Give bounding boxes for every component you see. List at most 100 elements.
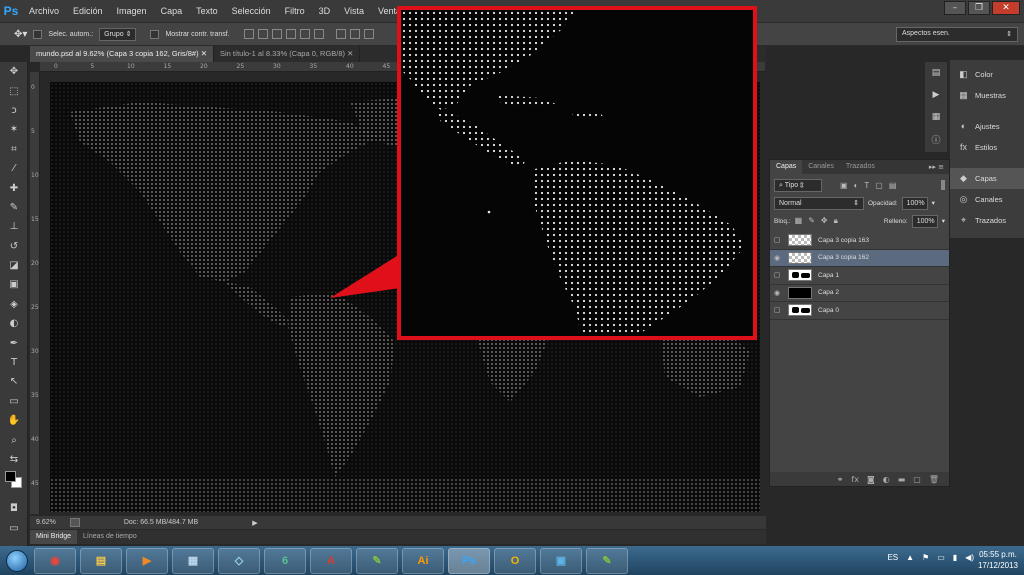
- lasso-tool-icon[interactable]: ↄ: [0, 101, 28, 120]
- dock-swatches[interactable]: ▦ Muestras: [950, 85, 1024, 106]
- marquee-tool-icon[interactable]: ⬚: [0, 81, 28, 100]
- align-middle-icon[interactable]: [257, 29, 268, 39]
- maximize-button[interactable]: ❐: [968, 1, 990, 15]
- taskbar-app6-button[interactable]: 6: [264, 547, 306, 574]
- healing-brush-tool-icon[interactable]: ✚: [0, 178, 28, 197]
- tab-capas[interactable]: Capas: [770, 160, 803, 174]
- status-menu-icon[interactable]: [69, 518, 80, 527]
- lock-move-icon[interactable]: ✥: [821, 216, 828, 226]
- filter-toggle[interactable]: [941, 180, 945, 190]
- stamp-tool-icon[interactable]: ⊥: [0, 217, 28, 236]
- display-icon[interactable]: ▭: [937, 553, 945, 562]
- info-icon[interactable]: ⓘ: [925, 128, 947, 150]
- taskbar-explorer-button[interactable]: ▤: [80, 547, 122, 574]
- layer-row[interactable]: ▢ Capa 1: [770, 267, 949, 285]
- adjustment-layer-icon[interactable]: ◐: [883, 475, 890, 484]
- new-group-icon[interactable]: ▬: [898, 475, 906, 484]
- tray-arrow-icon[interactable]: ▲: [906, 553, 914, 562]
- layer-row[interactable]: ◉ Capa 2: [770, 285, 949, 302]
- filter-smart-icon[interactable]: ▤: [889, 181, 897, 190]
- lock-paint-icon[interactable]: ✎: [808, 216, 815, 226]
- distribute-bottom-icon[interactable]: [363, 29, 374, 39]
- layer-mask-icon[interactable]: ◙: [867, 475, 875, 484]
- layer-row[interactable]: ◉ Capa 3 copia 162: [770, 249, 949, 267]
- status-arrow-icon[interactable]: ▶: [252, 519, 257, 527]
- flag-icon[interactable]: ⚑: [922, 553, 929, 562]
- play-icon[interactable]: ▶: [925, 84, 947, 106]
- zoom-tool-icon[interactable]: ⌕: [0, 430, 28, 449]
- foreground-color-swatch[interactable]: [5, 471, 16, 483]
- distribute-top-icon[interactable]: [335, 29, 346, 39]
- eyedropper-tool-icon[interactable]: ⁄: [0, 159, 28, 178]
- filter-shape-icon[interactable]: ▢: [875, 181, 883, 190]
- color-swatches[interactable]: [0, 469, 27, 499]
- signal-icon[interactable]: ▮: [953, 553, 957, 562]
- menu-item[interactable]: Imagen: [110, 6, 154, 16]
- dock-layers[interactable]: ◆ Capas: [950, 168, 1024, 189]
- minimize-button[interactable]: –: [944, 1, 966, 15]
- taskbar-corel2-button[interactable]: ✎: [586, 547, 628, 574]
- fill-input[interactable]: 100%: [911, 214, 938, 228]
- gradient-tool-icon[interactable]: ▣: [0, 275, 28, 294]
- brush-tool-icon[interactable]: ✎: [0, 198, 28, 217]
- workspace-dropdown[interactable]: Aspectos esen. ⇕: [896, 27, 1018, 42]
- align-right-icon[interactable]: [313, 29, 324, 39]
- tab-canales[interactable]: Canales: [802, 160, 840, 174]
- move-tool-icon[interactable]: ✥: [0, 62, 28, 81]
- menu-item[interactable]: Capa: [154, 6, 190, 16]
- panel-menu-icon[interactable]: ▸▸ ≡: [924, 160, 949, 174]
- history-brush-tool-icon[interactable]: ↺: [0, 237, 28, 256]
- hand-tool-icon[interactable]: ✋: [0, 411, 28, 430]
- link-layers-icon[interactable]: ⚭: [837, 475, 844, 484]
- taskbar-acrobat-button[interactable]: A: [310, 547, 352, 574]
- align-bottom-icon[interactable]: [271, 29, 282, 39]
- lock-transparent-icon[interactable]: ▦: [795, 216, 803, 226]
- layer-row[interactable]: ▢ Capa 0: [770, 302, 949, 320]
- dock-color[interactable]: ◧ Color: [950, 64, 1024, 85]
- path-selection-tool-icon[interactable]: ↖: [0, 372, 28, 391]
- taskbar-chrome-button[interactable]: ◉: [34, 547, 76, 574]
- align-center-icon[interactable]: [299, 29, 310, 39]
- dodge-tool-icon[interactable]: ◐: [0, 314, 28, 333]
- filter-type-icon[interactable]: T: [864, 181, 869, 190]
- menu-item[interactable]: Texto: [189, 6, 225, 16]
- eye-icon[interactable]: ◉: [770, 254, 784, 262]
- type-tool-icon[interactable]: T: [0, 353, 28, 372]
- quick-mask-icon[interactable]: ◘: [0, 499, 28, 518]
- lock-all-icon[interactable]: 🔒︎: [834, 216, 838, 226]
- blend-mode-dropdown[interactable]: Normal ⇕: [774, 196, 864, 210]
- tab-mini-bridge[interactable]: Mini Bridge: [30, 530, 78, 544]
- dock-paths[interactable]: ⌖ Trazados: [950, 210, 1024, 231]
- taskbar-notes-button[interactable]: ◇: [218, 547, 260, 574]
- move-tool-icon[interactable]: ✥▾: [14, 29, 27, 40]
- auto-select-checkbox[interactable]: [33, 29, 43, 39]
- layer-row[interactable]: ▢ Capa 3 copia 163: [770, 232, 949, 250]
- menu-item[interactable]: Vista: [337, 6, 371, 16]
- crop-tool-icon[interactable]: ⌗: [0, 140, 28, 159]
- fill-arrow-icon[interactable]: ▾: [942, 217, 945, 225]
- eye-icon[interactable]: ◉: [770, 289, 784, 297]
- blur-tool-icon[interactable]: ◈: [0, 295, 28, 314]
- zoom-level[interactable]: 9.62%: [36, 519, 56, 526]
- delete-layer-icon[interactable]: 🗑︎: [929, 475, 939, 484]
- visibility-off-icon[interactable]: ▢: [770, 271, 784, 279]
- transform-controls-checkbox[interactable]: [150, 29, 160, 39]
- tab-mundo[interactable]: mundo.psd al 9.62% (Capa 3 copia 162, Gr…: [30, 46, 214, 62]
- auto-select-dropdown[interactable]: Grupo ⇕: [99, 27, 137, 41]
- shape-tool-icon[interactable]: ▭: [0, 392, 28, 411]
- magic-wand-tool-icon[interactable]: ✶: [0, 120, 28, 139]
- layer-filter-dropdown[interactable]: ⌕ Tipo ⇕: [774, 178, 822, 192]
- taskbar-media-button[interactable]: ▶: [126, 547, 168, 574]
- swap-colors-icon[interactable]: ⇆: [0, 450, 28, 469]
- taskbar-outlook-button[interactable]: O: [494, 547, 536, 574]
- properties-icon[interactable]: ▦: [925, 106, 947, 128]
- filter-pixel-icon[interactable]: ▣: [840, 181, 848, 190]
- eraser-tool-icon[interactable]: ◪: [0, 256, 28, 275]
- layer-style-icon[interactable]: fx: [851, 475, 859, 484]
- taskbar-photoshop-button[interactable]: Ps: [448, 547, 490, 574]
- taskbar-photos-button[interactable]: ▣: [540, 547, 582, 574]
- tab-sin-titulo[interactable]: Sin título-1 al 8.33% (Capa 0, RGB/8) ✕: [214, 46, 361, 62]
- align-top-icon[interactable]: [243, 29, 254, 39]
- menu-item[interactable]: Archivo: [22, 6, 66, 16]
- clock[interactable]: 05:55 p.m. 17/12/2013: [978, 549, 1018, 571]
